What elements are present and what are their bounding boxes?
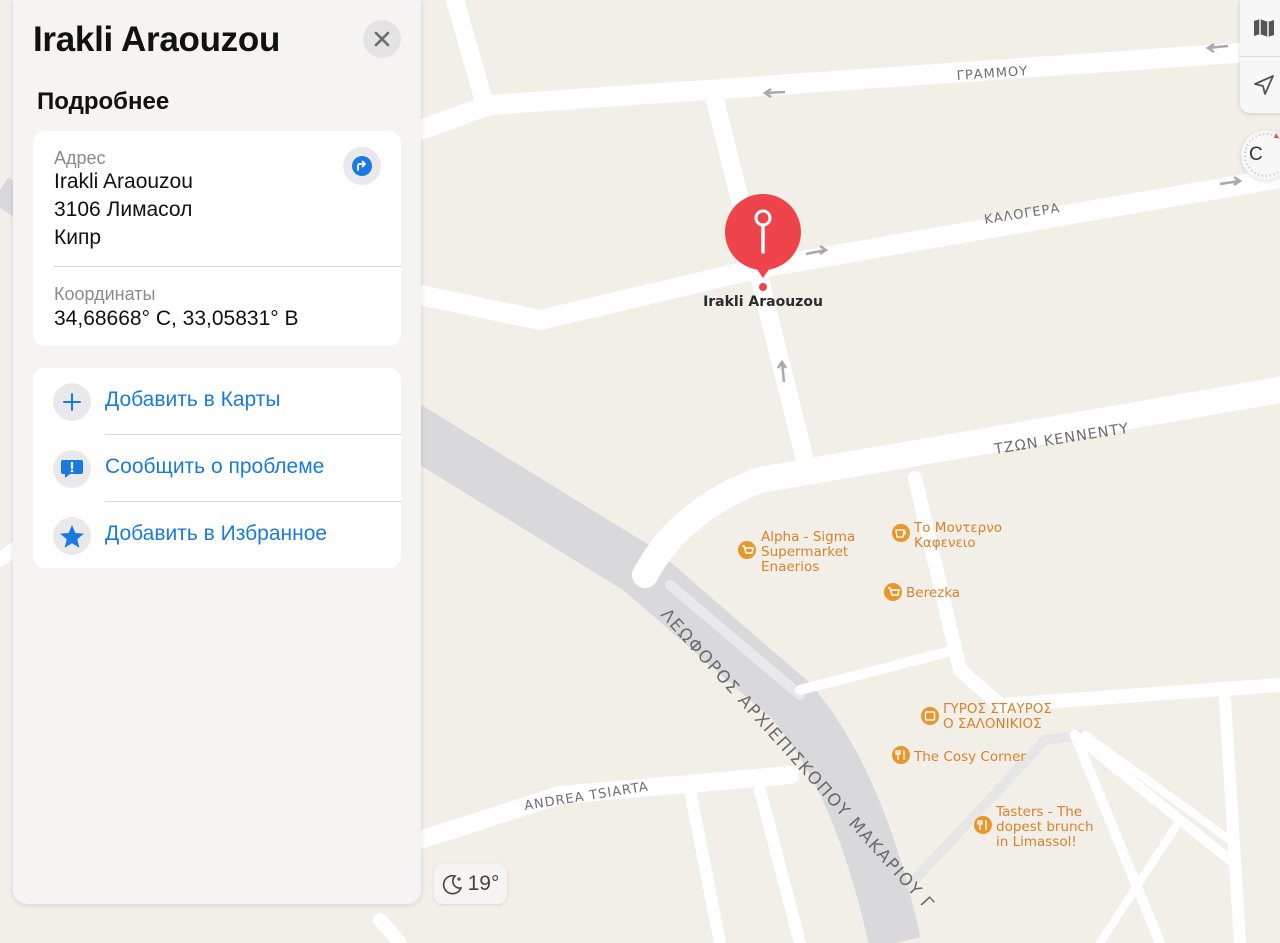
add-to-favorites-button[interactable]: Добавить в Избранное — [33, 502, 401, 568]
poi-label-line: The Cosy Corner — [913, 749, 1026, 765]
poi-label-line: ΓΥΡΟΣ ΣΤΑΥΡΟΣ — [943, 701, 1052, 717]
location-arrow-icon — [1254, 75, 1274, 95]
pin-label: Irakli Araouzou — [703, 294, 823, 310]
compass-letter: С — [1249, 144, 1263, 165]
coffee-icon — [892, 524, 910, 542]
add-to-maps-button[interactable]: Добавить в Карты — [33, 368, 401, 434]
place-details-panel: Irakli Araouzou Подробнее Адрес Irakli A… — [13, 0, 421, 904]
poi-berezka[interactable]: Berezka — [884, 583, 960, 601]
coordinates-label: Координаты — [54, 284, 156, 304]
poi-label-line: in Limassol! — [996, 834, 1077, 850]
poi-label-line: Καφενειο — [914, 535, 976, 551]
address-line[interactable]: 3106 Лимасол — [54, 196, 192, 224]
details-card: Адрес Irakli Araouzou 3106 Лимасол Кипр … — [33, 131, 401, 346]
address-line[interactable]: Кипр — [54, 224, 101, 252]
action-label: Добавить в Карты — [105, 388, 281, 411]
fork-knife-icon — [892, 746, 910, 764]
moon-icon — [442, 874, 462, 895]
compass-button[interactable]: С — [1241, 130, 1280, 180]
directions-icon — [352, 156, 372, 176]
close-button[interactable] — [363, 20, 401, 58]
poi-label-line: Tasters - The — [995, 804, 1082, 820]
coordinates-value[interactable]: 34,68668° С, 33,05831° В — [54, 305, 298, 333]
fork-knife-icon — [974, 816, 992, 834]
poi-label-line: Το Μοντερνο — [913, 520, 1002, 536]
close-icon — [374, 31, 390, 47]
takeaway-icon — [921, 707, 939, 725]
map-mode-button[interactable] — [1240, 0, 1280, 56]
plus-icon — [63, 393, 81, 411]
address-line[interactable]: Irakli Araouzou — [54, 168, 193, 196]
action-label: Сообщить о проблеме — [105, 455, 325, 478]
pin-dot — [759, 283, 767, 291]
poi-label-line: dopest brunch — [996, 819, 1094, 835]
map-icon — [1254, 19, 1274, 37]
report-problem-icon — [61, 460, 83, 478]
place-title: Irakli Araouzou — [33, 20, 281, 59]
address-label: Адрес — [54, 148, 106, 168]
weather-badge: 19° — [434, 864, 507, 904]
poi-label-line: Enaerios — [761, 559, 819, 575]
actions-card: Добавить в Карты Сообщить о проблеме Доб… — [33, 368, 401, 568]
poi-label-line: Berezka — [906, 585, 960, 601]
weather-temperature: 19° — [467, 872, 500, 895]
poi-label-line: Alpha - Sigma — [761, 529, 855, 545]
action-label: Добавить в Избранное — [105, 522, 328, 545]
poi-label-line: Supermarket — [761, 544, 848, 560]
details-heading: Подробнее — [37, 88, 170, 115]
map-controls — [1240, 0, 1280, 113]
directions-button[interactable] — [343, 147, 381, 185]
poi-label-line: Ο ΣΑΛΟΝΙΚΙΟΣ — [943, 716, 1042, 732]
star-icon — [60, 524, 84, 548]
report-problem-button[interactable]: Сообщить о проблеме — [33, 435, 401, 501]
divider — [54, 266, 401, 267]
current-location-button[interactable] — [1240, 57, 1280, 113]
